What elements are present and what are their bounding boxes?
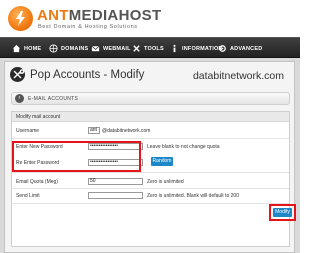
brand-name-rest: MEDIAHOST: [68, 7, 162, 24]
quota-field[interactable]: 50: [88, 178, 143, 185]
divider: [12, 188, 289, 189]
nav-label-domains: DOMAINS: [61, 45, 89, 52]
logo-icon[interactable]: [8, 6, 33, 31]
main-panel: Pop Accounts - Modify databitnetwork.com…: [4, 61, 296, 253]
modify-button-highlight: [269, 204, 296, 221]
brand-name[interactable]: ANTMEDIAHOST: [37, 7, 161, 24]
advanced-icon: [219, 45, 226, 52]
back-link-label: E-MAIL ACCOUNTS: [28, 95, 79, 102]
send-limit-hint: Zero is unlimited. Blank will default to…: [147, 193, 239, 199]
pop-accounts-icon: [10, 67, 25, 82]
divider: [12, 203, 289, 204]
form-header: Modify mail account: [12, 112, 289, 122]
quota-row: Email Quota (Meg) 50 Zero is unlimited: [12, 176, 289, 188]
send-limit-label: Send Limit: [16, 193, 40, 199]
back-arrow-icon: ‹: [15, 94, 24, 103]
divider: [12, 172, 289, 173]
nav-label-information: INFORMATION: [182, 45, 223, 52]
main-nav: HOME DOMAINS WEBMAIL TOOLS INFORMATION A…: [0, 37, 300, 58]
brand-tagline: Best Domain & Hosting Solutions: [38, 24, 138, 30]
username-field[interactable]: ant: [88, 127, 100, 134]
username-row: Username ant @databitnetwork.com: [12, 125, 289, 137]
username-label: Username: [16, 128, 40, 134]
modify-form: Modify mail account Username ant @databi…: [11, 111, 290, 247]
divider: [12, 138, 289, 139]
nav-item-tools[interactable]: TOOLS: [132, 38, 164, 59]
tools-icon: [133, 45, 140, 52]
nav-label-webmail: WEBMAIL: [103, 45, 131, 52]
title-bar: Pop Accounts - Modify databitnetwork.com: [5, 62, 294, 89]
random-button[interactable]: Random: [151, 157, 173, 166]
content-area: Pop Accounts - Modify databitnetwork.com…: [0, 58, 300, 253]
mail-icon: [91, 45, 100, 52]
nav-label-tools: TOOLS: [144, 45, 164, 52]
domain-name: databitnetwork.com: [192, 70, 284, 82]
page-title: Pop Accounts - Modify: [30, 69, 145, 81]
quota-label: Email Quota (Meg): [16, 179, 58, 185]
nav-label-advanced: ADVANCED: [230, 45, 263, 52]
globe-icon: [49, 44, 58, 53]
new-password-hint: Leave blank to not change quota: [147, 144, 220, 150]
nav-item-information[interactable]: INFORMATION: [170, 38, 223, 59]
nav-item-domains[interactable]: DOMAINS: [49, 38, 88, 59]
send-limit-field[interactable]: [88, 192, 143, 199]
username-domain-suffix: @databitnetwork.com: [102, 128, 151, 134]
nav-item-home[interactable]: HOME: [12, 38, 41, 59]
nav-label-home: HOME: [24, 45, 42, 52]
info-icon: [173, 44, 176, 53]
site-header: ANTMEDIAHOST Best Domain & Hosting Solut…: [0, 0, 300, 37]
brand-name-accent: ANT: [37, 7, 69, 24]
quota-hint: Zero is unlimited: [147, 179, 184, 185]
send-limit-row: Send Limit Zero is unlimited. Blank will…: [12, 190, 289, 202]
home-icon: [12, 44, 21, 53]
back-link-email-accounts[interactable]: ‹ E-MAIL ACCOUNTS: [11, 92, 290, 105]
password-fields-highlight: [12, 141, 141, 172]
nav-item-advanced[interactable]: ADVANCED: [218, 38, 262, 59]
nav-item-webmail[interactable]: WEBMAIL: [91, 38, 131, 59]
